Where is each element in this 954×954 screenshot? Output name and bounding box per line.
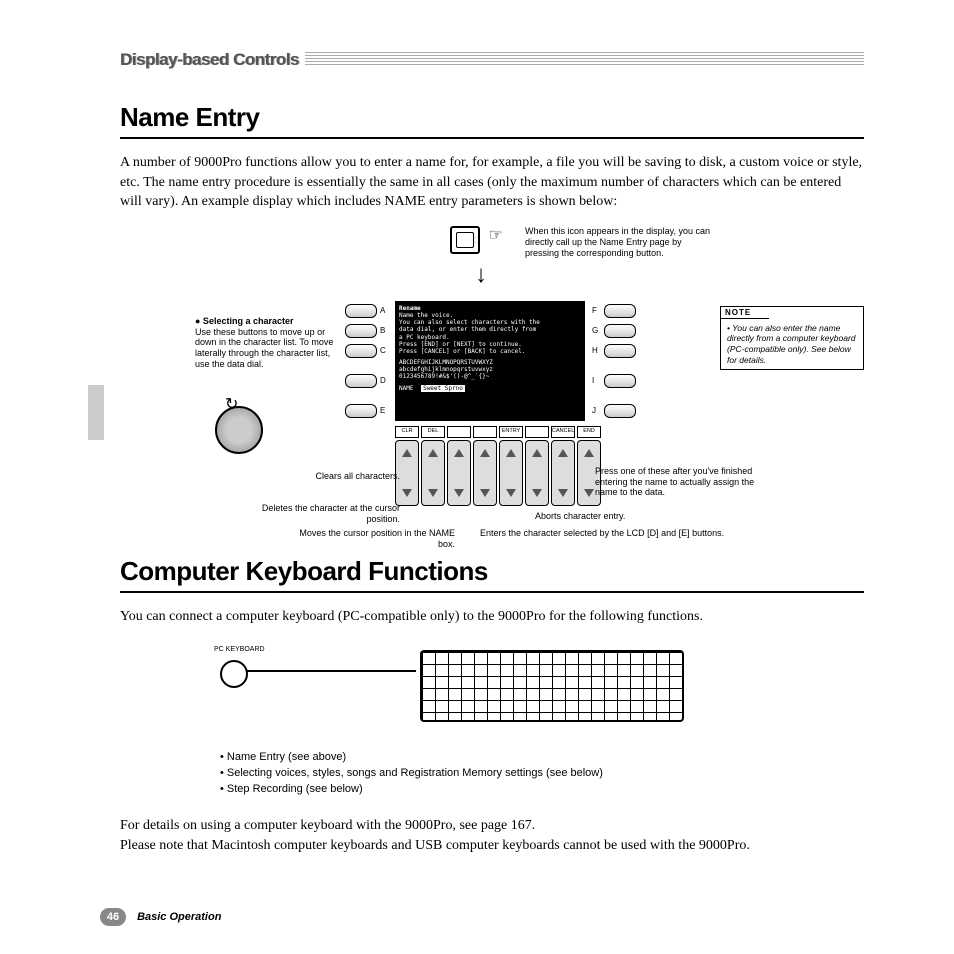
btn-label-del: DEL [421,426,445,438]
selecting-character-title: ● Selecting a character [195,316,293,326]
lcd-line: a PC keyboard. [399,334,581,341]
page-header: Display-based Controls [120,50,864,72]
icon-callout-text: When this icon appears in the display, y… [525,226,715,260]
btn-label-clr: CLR [395,426,419,438]
btn-label-empty [525,426,549,438]
rocker-button [551,440,575,506]
rule [120,137,864,139]
callout-entry: Enters the character selected by the LCD… [480,528,760,539]
section-heading-keyboard: Computer Keyboard Functions [120,556,864,587]
note-box: NOTE • You can also enter the name direc… [720,306,864,371]
bullet-item: • Step Recording (see below) [220,782,864,798]
icon-callout: When this icon appears in the display, y… [450,226,830,260]
panel-button-c [345,344,377,358]
bullet-item: • Selecting voices, styles, songs and Re… [220,766,864,782]
selecting-character-note: ● Selecting a character Use these button… [195,316,335,370]
lcd-line: data dial, or enter them directly from [399,326,581,333]
btn-label-empty [447,426,471,438]
section-heading-name-entry: Name Entry [120,102,864,133]
note-label: NOTE [721,307,769,319]
lcd-line: Press [END] or [NEXT] to continue. [399,341,581,348]
callout-delete: Deletes the character at the cursor posi… [250,503,400,525]
lcd-line: You can also select characters with the [399,319,581,326]
panel-label-a: A [380,306,385,315]
keyboard-intro: You can connect a computer keyboard (PC-… [120,607,864,627]
page-number: 46 [100,908,126,926]
panel-button-b [345,324,377,338]
name-entry-figure: When this icon appears in the display, y… [120,226,864,546]
callout-move: Moves the cursor position in the NAME bo… [295,528,455,550]
rule [120,591,864,593]
chapter-tab [88,385,104,440]
callout-end: Press one of these after you've finished… [595,466,765,498]
footer-section: Basic Operation [137,911,221,923]
port-label: PC KEYBOARD [214,646,265,653]
bullet-item: • Name Entry (see above) [220,750,864,766]
lcd-char-row: ABCDEFGHIJKLMNOPQRSTUVWXYZ [399,359,581,366]
keyboard-figure: PC KEYBOARD [220,640,864,740]
header-title: Display-based Controls [120,50,299,70]
lcd-line: Name the voice. [399,312,581,319]
panel-button-f [604,304,636,318]
lcd-char-row: abcdefghijklmnopqrstuvwxyz [399,366,581,373]
lcd-name-label: NAME [399,385,413,392]
panel-label-d: D [380,376,386,385]
panel-button-a [345,304,377,318]
note-body: • You can also enter the name directly f… [721,319,863,370]
keyboard-port-icon [220,660,248,688]
selecting-character-body: Use these buttons to move up or down in … [195,327,333,369]
panel-button-e [345,404,377,418]
rocker-button [421,440,445,506]
name-entry-icon [450,226,480,254]
panel-button-g [604,324,636,338]
panel-button-i [604,374,636,388]
panel-button-d [345,374,377,388]
panel-label-f: F [592,306,597,315]
rocker-button [447,440,471,506]
rocker-button [525,440,549,506]
panel-label-e: E [380,406,385,415]
lcd-display: Rename Name the voice. You can also sele… [395,301,585,421]
rocker-buttons [395,440,601,506]
keyboard-icon [420,650,684,722]
bullet-list: • Name Entry (see above) • Selecting voi… [220,750,864,798]
lcd-name-value: Sweet Sprno [421,385,465,392]
callout-cancel: Aborts character entry. [535,511,685,522]
header-rule-lines [305,52,864,66]
panel-button-j [604,404,636,418]
btn-label-end: END [577,426,601,438]
callout-clear: Clears all characters. [280,471,400,482]
press-hand-icon [489,226,509,248]
keyboard-outro-2: Please note that Macintosh computer keyb… [120,836,864,856]
arrow-down-icon: ↓ [475,261,487,289]
rocker-button [499,440,523,506]
panel-label-g: G [592,326,598,335]
page-footer: 46 Basic Operation [100,908,221,926]
panel-label-c: C [380,346,386,355]
intro-paragraph: A number of 9000Pro functions allow you … [120,153,864,212]
btn-label-empty [473,426,497,438]
btn-label-cancel: CANCEL [551,426,575,438]
data-dial-icon [215,406,263,454]
panel-label-i: I [592,376,594,385]
panel-label-j: J [592,406,596,415]
lcd-char-row: 0123456789!#&$'()-@^_`{}~ [399,373,581,380]
panel-label-b: B [380,326,385,335]
lcd-line: Press [CANCEL] or [BACK] to cancel. [399,348,581,355]
panel-label-h: H [592,346,598,355]
bottom-button-labels: CLR DEL ENTRY CANCEL END [395,426,601,438]
lcd-name-field: NAME Sweet Sprno [399,385,581,392]
keyboard-outro-1: For details on using a computer keyboard… [120,816,864,836]
rocker-button [473,440,497,506]
cable-line [246,670,416,672]
lcd-title: Rename [399,305,581,312]
panel-button-h [604,344,636,358]
btn-label-entry: ENTRY [499,426,523,438]
